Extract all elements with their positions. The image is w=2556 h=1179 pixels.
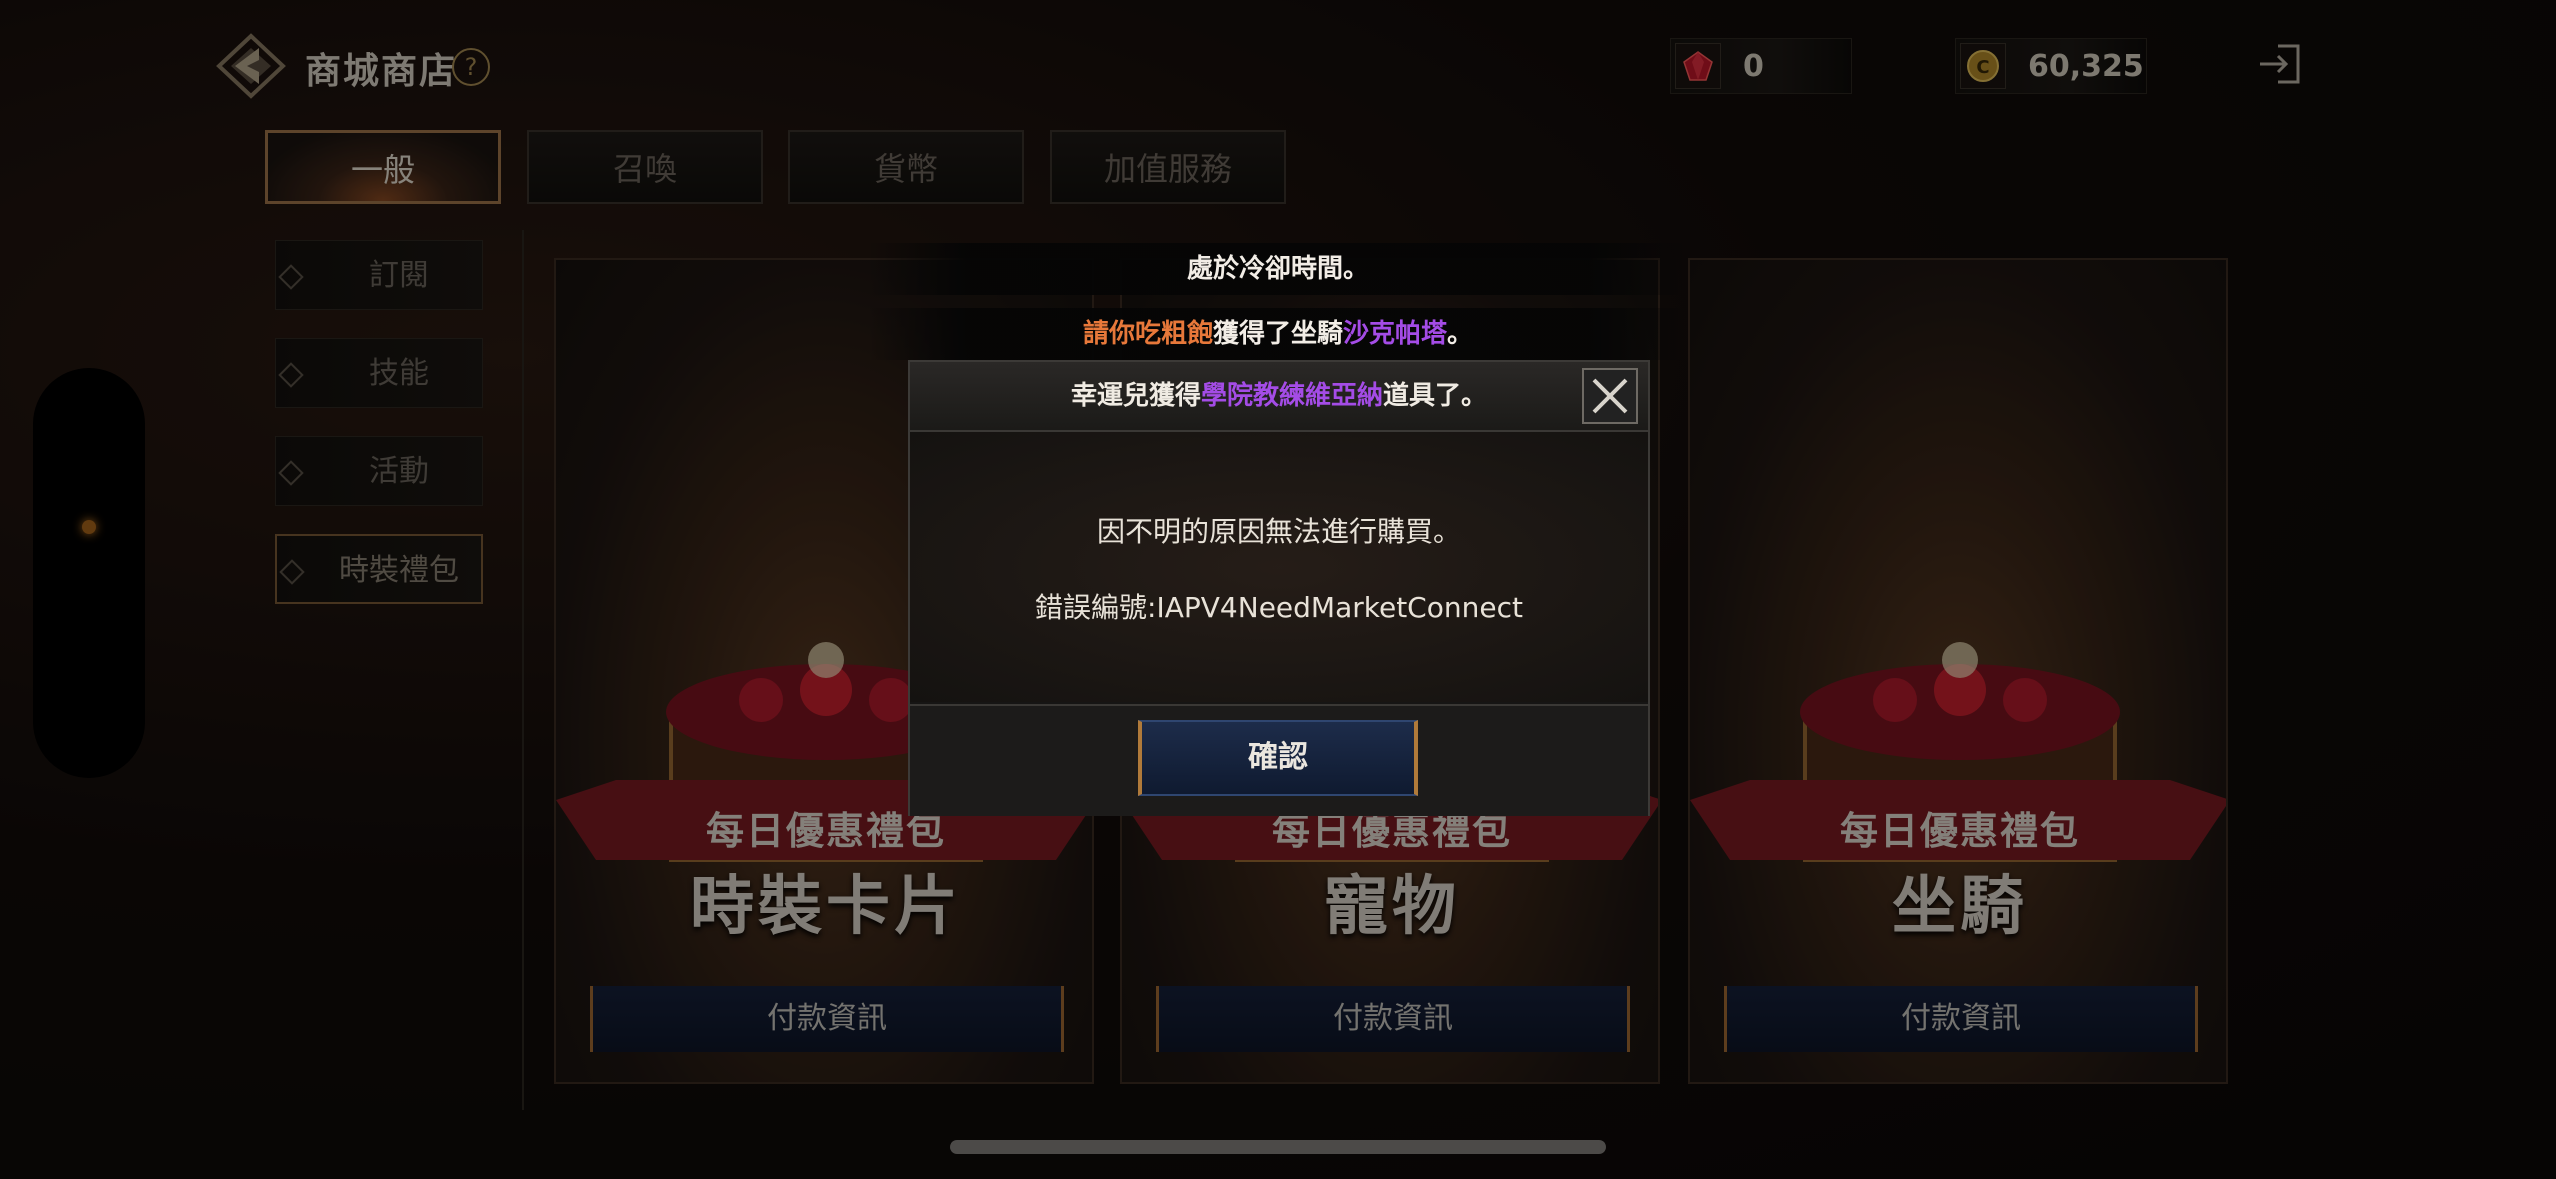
close-icon	[1592, 378, 1628, 414]
dialog-header: 幸運兒獲得學院教練維亞納道具了。	[910, 362, 1648, 432]
system-notice: 處於冷卻時間。	[868, 243, 1688, 295]
mount-name: 沙克帕塔	[1343, 319, 1448, 349]
header-text: 幸運兒獲得	[1070, 381, 1201, 411]
home-indicator[interactable]	[950, 1140, 1606, 1154]
error-dialog: 幸運兒獲得學院教練維亞納道具了。 因不明的原因無法進行購買。 錯誤編號:IAPV…	[908, 360, 1650, 816]
dialog-body	[910, 432, 1648, 702]
player-name: 請你吃粗飽	[1082, 319, 1213, 349]
notice-end: 。	[1447, 319, 1474, 349]
notice-text: 獲得了坐騎	[1212, 319, 1343, 349]
dialog-footer: 確認	[910, 704, 1648, 816]
error-message: 因不明的原因無法進行購買。	[1096, 515, 1461, 548]
header-text-end: 道具了。	[1383, 381, 1488, 411]
item-name: 學院教練維亞納	[1200, 381, 1383, 411]
confirm-button[interactable]: 確認	[1138, 720, 1418, 796]
error-code: 錯誤編號:IAPV4NeedMarketConnect	[1035, 591, 1523, 624]
mount-notice: 請你吃粗飽獲得了坐騎沙克帕塔。	[868, 308, 1688, 360]
close-button[interactable]	[1582, 368, 1638, 424]
